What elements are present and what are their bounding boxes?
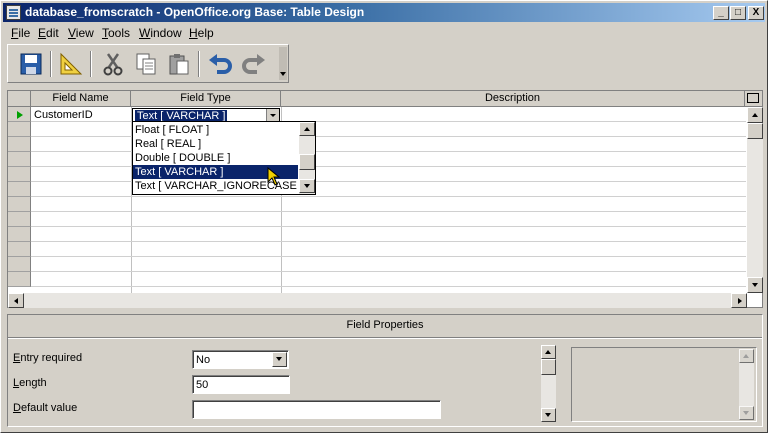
arrow-left-icon bbox=[14, 298, 18, 304]
column-header-field-type[interactable]: Field Type bbox=[131, 91, 281, 107]
toolbar-separator bbox=[198, 51, 200, 77]
cut-icon[interactable] bbox=[100, 51, 126, 77]
redo-icon[interactable] bbox=[241, 51, 267, 77]
menu-bar: File Edit View Tools Window Help bbox=[3, 24, 765, 42]
row-header[interactable] bbox=[8, 242, 31, 257]
title-bar[interactable]: database_fromscratch - OpenOffice.org Ba… bbox=[3, 3, 765, 22]
menu-view[interactable]: View bbox=[68, 26, 94, 40]
menu-help[interactable]: Help bbox=[189, 26, 214, 40]
close-button[interactable]: X bbox=[748, 6, 764, 20]
grid-horizontal-scrollbar[interactable] bbox=[8, 293, 747, 308]
copy-icon[interactable] bbox=[133, 51, 159, 77]
entry-required-dropdown-button[interactable] bbox=[272, 352, 287, 367]
column-header-field-name[interactable]: Field Name bbox=[31, 91, 131, 107]
row-gridline bbox=[31, 226, 746, 227]
arrow-down-icon bbox=[752, 283, 758, 287]
arrow-up-icon bbox=[304, 127, 310, 131]
row-header[interactable] bbox=[8, 257, 31, 272]
row-gridline bbox=[31, 256, 746, 257]
toolbar-separator bbox=[50, 51, 52, 77]
arrow-up-icon bbox=[743, 354, 749, 358]
properties-scroll-up-button[interactable] bbox=[541, 345, 556, 359]
dropdown-scroll-down-button[interactable] bbox=[299, 179, 315, 193]
field-type-dropdown-list: Float [ FLOAT ] Real [ REAL ] Double [ D… bbox=[132, 121, 316, 195]
dropdown-scroll-up-button[interactable] bbox=[299, 122, 315, 136]
menu-tools[interactable]: Tools bbox=[102, 26, 130, 40]
properties-scroll-thumb[interactable] bbox=[541, 359, 556, 375]
toolbar-separator bbox=[90, 51, 92, 77]
row-gridline bbox=[31, 196, 746, 197]
row-header[interactable] bbox=[8, 212, 31, 227]
undo-icon[interactable] bbox=[207, 51, 233, 77]
menu-edit[interactable]: Edit bbox=[38, 26, 59, 40]
arrow-down-icon bbox=[545, 413, 551, 417]
row-header[interactable] bbox=[8, 197, 31, 212]
row-header[interactable] bbox=[8, 137, 31, 152]
entry-required-label: Entry required bbox=[13, 352, 83, 364]
scroll-right-button[interactable] bbox=[731, 293, 747, 308]
field-properties-title: Field Properties bbox=[346, 319, 424, 331]
entry-required-value: No bbox=[196, 354, 211, 366]
dropdown-option[interactable]: Double [ DOUBLE ] bbox=[133, 151, 298, 165]
row-gridline bbox=[31, 271, 746, 272]
properties-scrollbar[interactable] bbox=[541, 345, 556, 422]
arrow-down-icon bbox=[743, 411, 749, 415]
openoffice-base-icon bbox=[6, 5, 21, 20]
row-header[interactable] bbox=[8, 167, 31, 182]
mouse-pointer-icon bbox=[267, 167, 281, 186]
field-name-cell[interactable]: CustomerID bbox=[34, 109, 93, 121]
menu-window[interactable]: Window bbox=[139, 26, 182, 40]
row-header[interactable] bbox=[8, 272, 31, 287]
corner-header-right bbox=[745, 91, 762, 107]
corner-header bbox=[8, 91, 31, 107]
help-scrollbar[interactable] bbox=[739, 349, 754, 420]
default-value-label: Default value bbox=[13, 402, 78, 414]
scroll-left-button[interactable] bbox=[8, 293, 24, 308]
arrow-right-icon bbox=[738, 298, 742, 304]
arrow-down-icon bbox=[304, 184, 310, 188]
length-input[interactable]: 50 bbox=[192, 375, 290, 394]
dropdown-option[interactable]: Float [ FLOAT ] bbox=[133, 123, 298, 137]
row-header[interactable] bbox=[8, 227, 31, 242]
help-scroll-up-button[interactable] bbox=[739, 349, 754, 363]
scroll-up-button[interactable] bbox=[747, 107, 763, 123]
dropdown-option[interactable]: Real [ REAL ] bbox=[133, 137, 298, 151]
divider bbox=[8, 337, 762, 339]
field-properties-panel: Field Properties Entry required No Lengt… bbox=[7, 314, 763, 427]
column-header-description[interactable]: Description bbox=[281, 91, 745, 107]
current-row-arrow-icon bbox=[17, 111, 23, 119]
chevron-down-icon bbox=[276, 357, 282, 361]
length-label: Length bbox=[13, 377, 47, 389]
table-design-grid: Field Name Field Type Description Custom… bbox=[7, 90, 763, 308]
grid-vertical-scrollbar[interactable] bbox=[747, 107, 763, 293]
table-index-design-icon[interactable] bbox=[58, 51, 84, 77]
minimize-button[interactable]: _ bbox=[713, 6, 729, 20]
maximize-button[interactable]: □ bbox=[730, 6, 746, 20]
row-header[interactable] bbox=[8, 122, 31, 137]
default-value-input[interactable] bbox=[192, 400, 441, 419]
arrow-up-icon bbox=[545, 350, 551, 354]
scroll-down-button[interactable] bbox=[747, 277, 763, 293]
entry-required-select[interactable]: No bbox=[192, 350, 289, 369]
window-title: database_fromscratch - OpenOffice.org Ba… bbox=[25, 5, 365, 19]
row-header[interactable] bbox=[8, 152, 31, 167]
menu-file[interactable]: File bbox=[11, 26, 30, 40]
app-window: database_fromscratch - OpenOffice.org Ba… bbox=[0, 0, 768, 433]
row-gridline bbox=[31, 286, 746, 287]
arrow-up-icon bbox=[752, 113, 758, 117]
row-gridline bbox=[31, 211, 746, 212]
toolbar-overflow-button[interactable] bbox=[279, 47, 287, 80]
scroll-thumb[interactable] bbox=[747, 123, 763, 139]
row-header[interactable] bbox=[8, 182, 31, 197]
standard-toolbar bbox=[7, 44, 289, 83]
row-gridline bbox=[31, 241, 746, 242]
help-text-box bbox=[571, 347, 757, 422]
paste-icon[interactable] bbox=[166, 51, 192, 77]
dropdown-scrollbar[interactable] bbox=[299, 122, 315, 194]
dropdown-scroll-thumb[interactable] bbox=[299, 154, 315, 170]
chevron-down-icon bbox=[270, 114, 276, 117]
help-scroll-down-button[interactable] bbox=[739, 406, 754, 420]
save-icon[interactable] bbox=[18, 51, 44, 77]
properties-scroll-down-button[interactable] bbox=[541, 408, 556, 422]
